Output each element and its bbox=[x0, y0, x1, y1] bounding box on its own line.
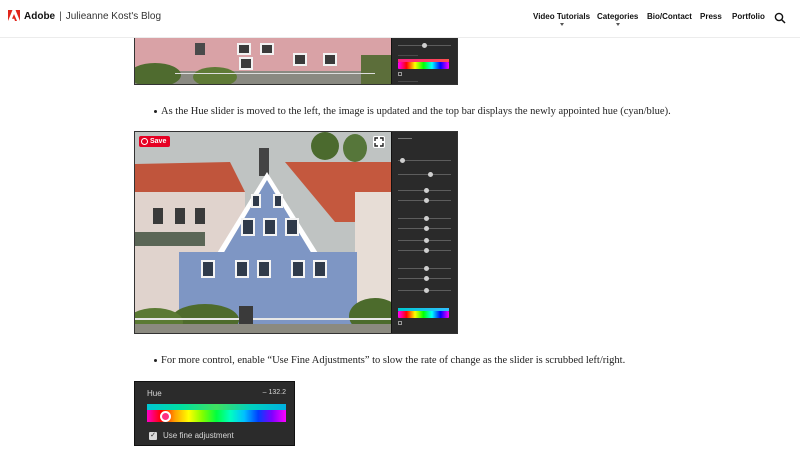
develop-panel bbox=[391, 37, 457, 84]
save-label: Save bbox=[150, 138, 167, 145]
nav-item-video-tutorials[interactable]: Video Tutorials bbox=[533, 12, 590, 26]
site-header: Adobe | Julieanne Kost's Blog Video Tuto… bbox=[0, 0, 800, 38]
nav-label: Portfolio bbox=[732, 12, 765, 21]
nav-item-categories[interactable]: Categories bbox=[597, 12, 638, 26]
hue-value[interactable]: – 132.2 bbox=[263, 389, 286, 396]
main-nav: Video Tutorials Categories Bio/Contact P… bbox=[0, 12, 800, 32]
nav-item-press[interactable]: Press bbox=[700, 12, 722, 21]
blue-house-screenshot: Save bbox=[134, 131, 458, 334]
bullet-fine-adjustments: For more control, enable “Use Fine Adjus… bbox=[154, 355, 625, 366]
pinterest-save-button[interactable]: Save bbox=[139, 136, 171, 147]
nav-label: Bio/Contact bbox=[647, 12, 692, 21]
bullet-hue-slider: As the Hue slider is moved to the left, … bbox=[154, 106, 671, 117]
pink-house-screenshot bbox=[134, 36, 458, 85]
fine-adjustment-label: Use fine adjustment bbox=[163, 431, 234, 440]
bullet-text: As the Hue slider is moved to the left, … bbox=[161, 106, 671, 117]
hue-label: Hue bbox=[147, 389, 162, 398]
chevron-down-icon bbox=[559, 23, 564, 26]
develop-panel bbox=[391, 132, 457, 333]
bullet-dot bbox=[154, 359, 157, 363]
hue-slider-panel: Hue – 132.2 ✓ Use fine adjustment bbox=[134, 381, 295, 446]
fine-adjustment-checkbox[interactable]: ✓ bbox=[149, 432, 157, 440]
search-icon[interactable] bbox=[774, 12, 786, 24]
pinterest-icon bbox=[141, 138, 148, 145]
nav-item-bio-contact[interactable]: Bio/Contact bbox=[647, 12, 692, 21]
nav-item-portfolio[interactable]: Portfolio bbox=[732, 12, 765, 21]
nav-label: Press bbox=[700, 12, 722, 21]
expand-icon[interactable] bbox=[373, 136, 385, 148]
bullet-dot bbox=[154, 110, 157, 114]
nav-label: Video Tutorials bbox=[533, 12, 591, 21]
hue-slider-handle[interactable] bbox=[159, 411, 171, 422]
nav-label: Categories bbox=[597, 12, 639, 21]
chevron-down-icon bbox=[615, 23, 620, 26]
bullet-text: For more control, enable “Use Fine Adjus… bbox=[161, 355, 626, 366]
